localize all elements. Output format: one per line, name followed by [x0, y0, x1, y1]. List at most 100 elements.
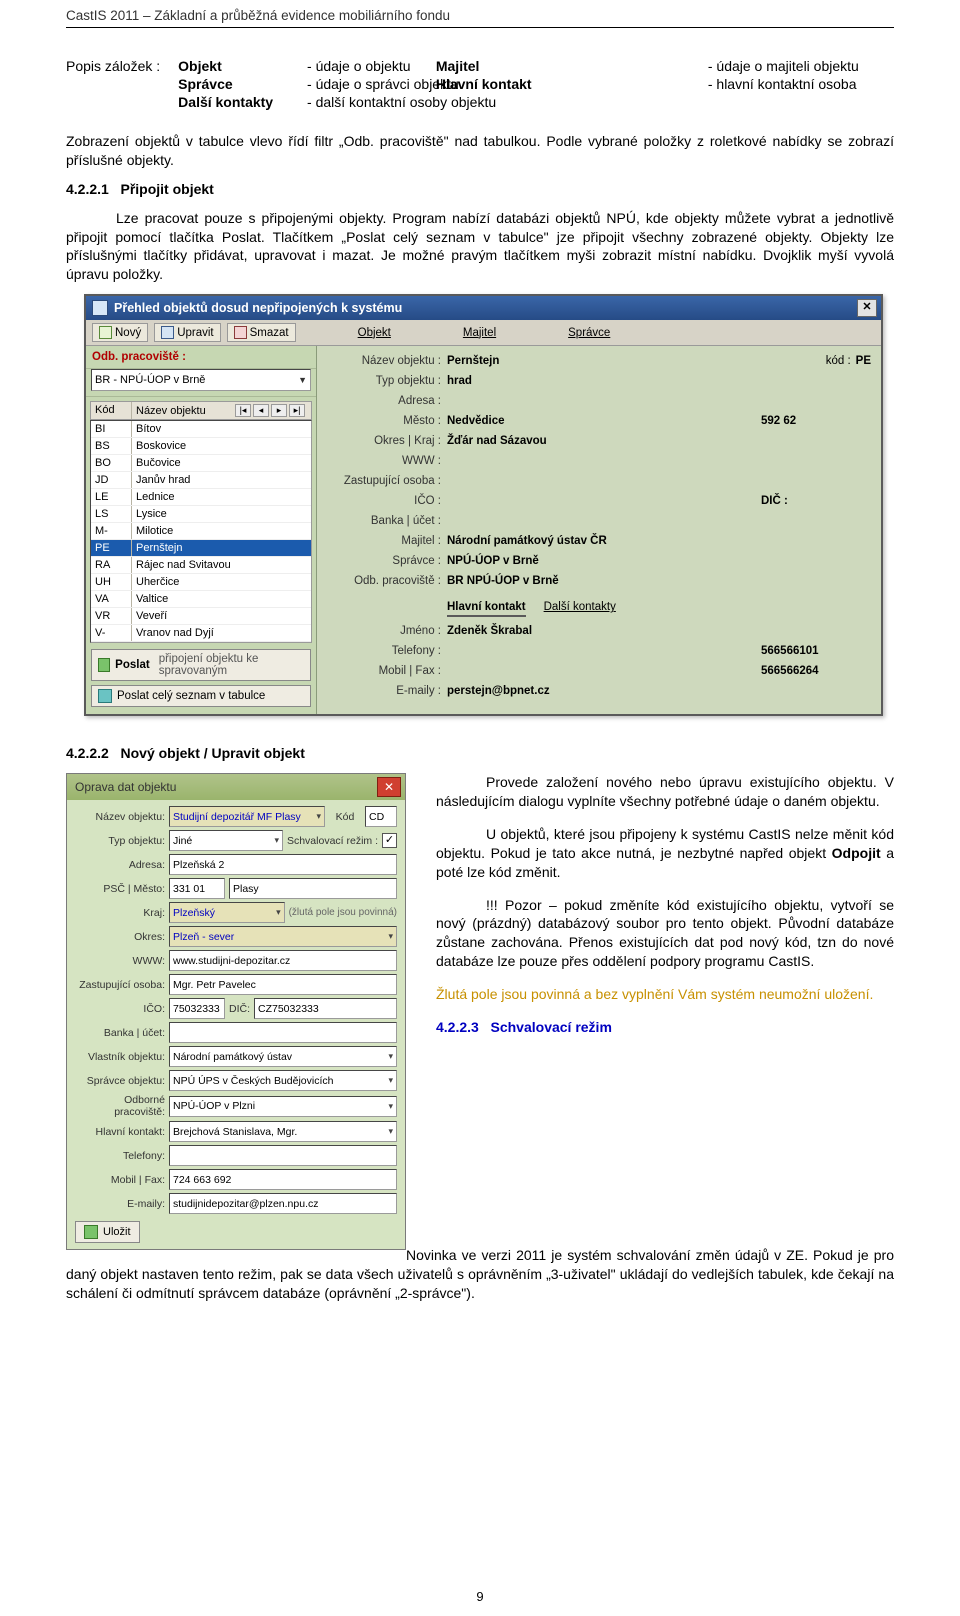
window-title: Přehled objektů dosud nepřipojených k sy… — [114, 301, 402, 315]
list-item[interactable]: BIBítov — [91, 421, 311, 438]
object-list[interactable]: BIBítovBSBoskoviceBOBučoviceJDJanův hrad… — [90, 420, 312, 643]
btn-poslat[interactable]: Poslat připojení objektu ke spravovaným — [91, 649, 311, 681]
popis-zalozek-label: Popis záložek : — [66, 58, 160, 126]
inp-kontakt[interactable]: Brejchová Stanislava, Mgr. — [169, 1121, 397, 1142]
lbl-schvalovaci: Schvalovací režim : — [287, 835, 378, 847]
window-titlebar: Přehled objektů dosud nepřipojených k sy… — [86, 296, 881, 320]
sec-4221-num: 4.2.2.1 — [66, 181, 109, 197]
list-item[interactable]: LELednice — [91, 489, 311, 506]
detail-field: Název objektu :Pernštejnkód : PE — [327, 352, 871, 370]
tab-link-majitel[interactable]: Majitel — [463, 327, 496, 339]
lbl-kraj: Kraj: — [75, 907, 165, 919]
lbl-typ: Typ objektu: — [75, 835, 165, 847]
btn-novy[interactable]: Nový — [92, 323, 148, 342]
tab-link-spravce[interactable]: Správce — [568, 327, 610, 339]
list-item[interactable]: PEPernštejn — [91, 540, 311, 557]
save-icon — [84, 1225, 98, 1239]
left-pane: Odb. pracoviště : BR - NPÚ-ÚOP v Brně▼ K… — [86, 346, 317, 714]
right-detail-pane: Název objektu :Pernštejnkód : PETyp obje… — [317, 346, 881, 714]
send-all-icon — [98, 689, 112, 703]
list-item[interactable]: M-Milotice — [91, 523, 311, 540]
list-item[interactable]: UHUherčice — [91, 574, 311, 591]
sec-4222-title: Nový objekt / Upravit objekt — [121, 745, 305, 761]
inp-dic[interactable]: CZ75032333 — [254, 998, 397, 1019]
detail-field: Okres | Kraj :Žďár nad Sázavou — [327, 432, 871, 450]
btn-upravit[interactable]: Upravit — [154, 323, 220, 342]
inp-adresa[interactable]: Plzeňská 2 — [169, 854, 397, 875]
list-item[interactable]: V-Vranov nad Dyjí — [91, 625, 311, 642]
lbl-okres: Okres: — [75, 931, 165, 943]
window-toolbar: Nový Upravit Smazat Objekt Majitel Správ… — [86, 320, 881, 346]
list-item[interactable]: BSBoskovice — [91, 438, 311, 455]
window-close-button[interactable]: ✕ — [857, 299, 877, 317]
detail-field: Zastupující osoba : — [327, 472, 871, 490]
list-pager[interactable]: |◂◂▸▸| — [233, 404, 307, 417]
inp-vlastnik[interactable]: Národní památkový ústav — [169, 1046, 397, 1067]
send-icon — [98, 658, 110, 672]
combo-odb-pracoviste-label: Odb. pracoviště : — [92, 351, 186, 363]
para-filter: Zobrazení objektů v tabulce vlevo řídí f… — [66, 132, 894, 170]
window-app-icon — [92, 300, 108, 316]
sec-4223-body: Novinka ve verzi 2011 je systém schvalov… — [66, 1246, 894, 1303]
sec-4222-num: 4.2.2.2 — [66, 745, 109, 761]
contact-tab[interactable]: Hlavní kontakt — [447, 601, 526, 617]
list-item[interactable]: VAValtice — [91, 591, 311, 608]
doc-header-rule — [66, 27, 894, 28]
lbl-www: WWW: — [75, 955, 165, 967]
lbl-tel: Telefony: — [75, 1150, 165, 1162]
detail-field: Telefony :566566101 — [327, 642, 871, 660]
inp-kraj[interactable]: Plzeňský — [169, 902, 285, 923]
inp-kod[interactable]: CD — [365, 806, 397, 827]
rt-warn-yellow: Žlutá pole jsou povinná a bez vyplnění V… — [436, 985, 894, 1004]
edit-icon — [161, 326, 174, 339]
chevron-down-icon: ▼ — [298, 375, 307, 385]
chk-schvalovaci[interactable]: ✓ — [382, 833, 397, 848]
list-item[interactable]: LSLysice — [91, 506, 311, 523]
page-number: 9 — [0, 1589, 960, 1604]
lbl-mail: E-maily: — [75, 1198, 165, 1210]
inp-psc[interactable]: 331 01 — [169, 878, 225, 899]
lbl-kontakt: Hlavní kontakt: — [75, 1126, 165, 1138]
list-item[interactable]: VRVeveří — [91, 608, 311, 625]
delete-icon — [234, 326, 247, 339]
doc-header: CastIS 2011 – Základní a průběžná eviden… — [66, 0, 894, 25]
inp-pracoviste[interactable]: NPÚ-ÚOP v Plzni — [169, 1096, 397, 1117]
detail-field: Správce :NPÚ-ÚOP v Brně — [327, 552, 871, 570]
lbl-banka: Banka | účet: — [75, 1027, 165, 1039]
btn-smazat[interactable]: Smazat — [227, 323, 296, 342]
inp-banka[interactable] — [169, 1022, 397, 1043]
dialog-close-button[interactable]: ✕ — [377, 777, 401, 797]
btn-poslat-cely-seznam[interactable]: Poslat celý seznam v tabulce — [91, 685, 311, 707]
btn-ulozit[interactable]: Uložit — [75, 1221, 140, 1243]
inp-mobil[interactable]: 724 663 692 — [169, 1169, 397, 1190]
sec-4221-title: Připojit objekt — [121, 181, 214, 197]
lbl-ico: IČO: — [75, 1003, 165, 1015]
inp-okres[interactable]: Plzeň - sever — [169, 926, 397, 947]
inp-spravce[interactable]: NPÚ ÚPS v Českých Budějovicích — [169, 1070, 397, 1091]
inp-ico[interactable]: 75032333 — [169, 998, 225, 1019]
rt-p2: U objektů, které jsou připojeny k systém… — [436, 825, 894, 882]
inp-tel[interactable] — [169, 1145, 397, 1166]
contact-tabs: Hlavní kontakt Další kontakty — [327, 597, 871, 617]
inp-mail[interactable]: studijnidepozitar@plzen.npu.cz — [169, 1193, 397, 1214]
rt-p1: Provede založení nového nebo úpravu exis… — [436, 773, 894, 811]
detail-field: Mobil | Fax :566566264 — [327, 662, 871, 680]
inp-typ[interactable]: Jiné — [169, 830, 283, 851]
inp-nazev[interactable]: Studijní depozitář MF Plasy — [169, 806, 325, 827]
list-item[interactable]: RARájec nad Svitavou — [91, 557, 311, 574]
inp-mesto[interactable]: Plasy — [229, 878, 397, 899]
sec-4221-body: Lze pracovat pouze s připojenými objekty… — [66, 209, 894, 285]
inp-zast[interactable]: Mgr. Petr Pavelec — [169, 974, 397, 995]
combo-odb-pracoviste[interactable]: BR - NPÚ-ÚOP v Brně▼ — [91, 369, 311, 391]
lbl-adresa: Adresa: — [75, 859, 165, 871]
lbl-kod: Kód — [329, 811, 361, 823]
window-prehled-objektu: Přehled objektů dosud nepřipojených k sy… — [84, 294, 883, 716]
tab-link-objekt[interactable]: Objekt — [358, 327, 391, 339]
list-item[interactable]: BOBučovice — [91, 455, 311, 472]
inp-www[interactable]: www.studijni-depozitar.cz — [169, 950, 397, 971]
detail-field: WWW : — [327, 452, 871, 470]
contact-tab[interactable]: Další kontakty — [544, 601, 616, 617]
lbl-zast: Zastupující osoba: — [75, 979, 165, 991]
list-item[interactable]: JDJanův hrad — [91, 472, 311, 489]
dialog-titlebar: Oprava dat objektu ✕ — [67, 774, 405, 800]
